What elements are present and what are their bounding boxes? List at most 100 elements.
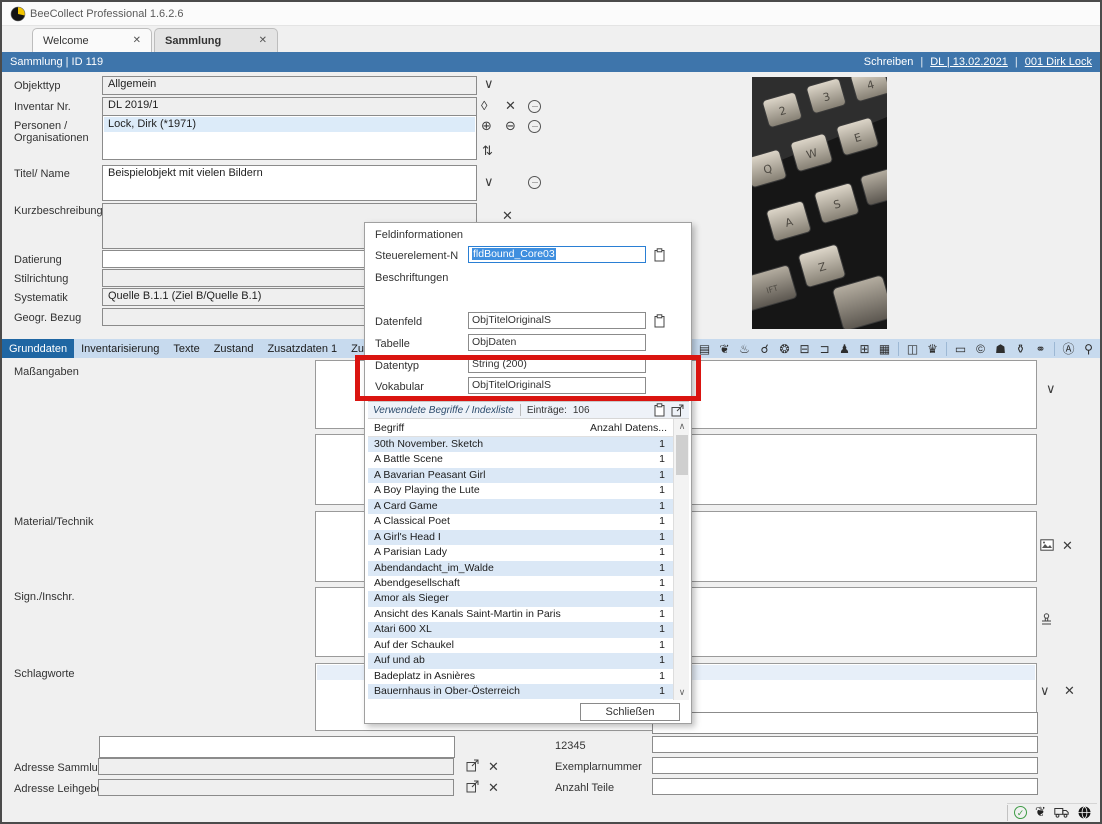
list-item[interactable]: Bauernhaus in Ober-Österreich1 <box>368 684 673 699</box>
section-tab-grunddaten[interactable]: Grunddaten <box>2 339 74 358</box>
key-icon[interactable]: ⚲ <box>1080 342 1097 356</box>
copy-clipboard-icon[interactable] <box>654 314 665 328</box>
list-item[interactable]: Auf der Schaukel1 <box>368 638 673 653</box>
clear-icon[interactable]: ✕ <box>488 760 499 773</box>
options-icon[interactable]: ··· <box>528 120 541 133</box>
close-tab-icon[interactable]: ✕ <box>133 35 141 46</box>
chevron-down-icon[interactable]: ∨ <box>1040 684 1050 697</box>
adresse-sammlung-field[interactable] <box>98 758 454 775</box>
anzahl-value: 1 <box>639 437 673 452</box>
exemplarnummer-field[interactable] <box>652 757 1038 774</box>
options-icon[interactable]: ··· <box>528 100 541 113</box>
chevron-down-icon[interactable]: ∨ <box>484 175 494 188</box>
check-circle-icon[interactable]: ✓ <box>1014 806 1027 819</box>
award-icon[interactable]: ❦ <box>716 342 733 356</box>
award-icon[interactable]: ❦ <box>1035 804 1046 820</box>
list-item[interactable]: A Girl's Head I1 <box>368 530 673 545</box>
objekttyp-field[interactable]: Allgemein <box>102 76 477 95</box>
bottom-right-field[interactable] <box>652 712 1038 734</box>
clear-icon[interactable]: ✕ <box>502 209 513 222</box>
user-link[interactable]: 001 Dirk Lock <box>1025 56 1092 68</box>
add-icon[interactable]: ⊕ <box>481 119 492 132</box>
schliessen-button[interactable]: Schließen <box>580 703 680 721</box>
personen-selected-entry[interactable]: Lock, Dirk (*1971) <box>104 117 475 132</box>
banknote-icon[interactable]: ⊞ <box>856 342 873 356</box>
person-icon[interactable]: ♟ <box>836 342 853 356</box>
remove-icon[interactable]: ⊖ <box>505 119 516 132</box>
package-icon[interactable]: ⊟ <box>796 342 813 356</box>
palette-icon[interactable]: ❂ <box>776 342 793 356</box>
truck-icon[interactable] <box>1054 806 1070 818</box>
copyright-icon[interactable]: © <box>972 342 989 356</box>
last-edit-link[interactable]: DL | 13.02.2021 <box>930 56 1008 68</box>
open-external-icon[interactable] <box>466 759 479 772</box>
scroll-down-icon[interactable]: ∨ <box>674 687 690 698</box>
column-begriff[interactable]: Begriff <box>368 422 590 434</box>
list-item[interactable]: A Boy Playing the Lute1 <box>368 483 673 498</box>
section-tab-texte[interactable]: Texte <box>166 339 206 358</box>
clear-icon[interactable]: ✕ <box>1062 539 1073 552</box>
clear-icon[interactable]: ✕ <box>1064 684 1075 697</box>
personen-field[interactable]: Lock, Dirk (*1971) <box>102 115 477 160</box>
scroll-up-icon[interactable]: ∧ <box>674 421 690 432</box>
stamp-icon[interactable] <box>1040 613 1053 626</box>
list-item[interactable]: A Battle Scene1 <box>368 452 673 467</box>
crown-icon[interactable]: ♛ <box>924 342 941 356</box>
list-item[interactable]: A Parisian Lady1 <box>368 545 673 560</box>
copy-clipboard-icon[interactable] <box>654 248 665 262</box>
clear-icon[interactable]: ✕ <box>505 99 516 112</box>
shield-icon[interactable]: ☗ <box>992 342 1009 356</box>
card-icon[interactable]: ▭ <box>952 342 969 356</box>
tab-sammlung[interactable]: Sammlung ✕ <box>154 28 278 52</box>
eraser-icon[interactable]: ◊ <box>481 99 487 112</box>
list-item[interactable]: A Classical Poet1 <box>368 514 673 529</box>
list-item[interactable]: Auf und ab1 <box>368 653 673 668</box>
clear-icon[interactable]: ✕ <box>488 781 499 794</box>
adresse-leihgeber-field[interactable] <box>98 779 454 796</box>
link-icon[interactable]: ⚭ <box>1032 342 1049 356</box>
book-icon[interactable]: ◫ <box>904 342 921 356</box>
close-tab-icon[interactable]: ✕ <box>259 35 267 46</box>
datenfeld-input[interactable]: ObjTitelOriginalS <box>468 312 646 329</box>
list-scrollbar[interactable]: ∧ ∨ <box>673 419 689 700</box>
search-document-icon[interactable]: ☌ <box>756 342 773 356</box>
clipboard-icon[interactable]: ▦ <box>876 342 893 356</box>
section-tab-zustand[interactable]: Zustand <box>207 339 261 358</box>
list-item[interactable]: Abendandacht_im_Walde1 <box>368 561 673 576</box>
inventar-field[interactable]: DL 2019/1 <box>102 97 477 116</box>
open-external-icon[interactable] <box>671 404 684 417</box>
section-tab-zusatzdaten-1[interactable]: Zusatzdaten 1 <box>260 339 344 358</box>
purse-icon[interactable]: ⚱ <box>1012 342 1029 356</box>
list-item[interactable]: Abendgesellschaft1 <box>368 576 673 591</box>
object-photo[interactable]: 2 3 4 Q W E A S Z IFT <box>752 77 887 329</box>
options-icon[interactable]: ··· <box>528 176 541 189</box>
open-external-icon[interactable] <box>466 780 479 793</box>
index-list-column-header[interactable]: Begriff Anzahl Datens... <box>368 419 673 437</box>
list-item[interactable]: A Bavarian Peasant Girl1 <box>368 468 673 483</box>
sort-icon[interactable]: ⇅ <box>482 144 493 157</box>
list-item[interactable]: Badeplatz in Asnières1 <box>368 669 673 684</box>
thermometer-icon[interactable]: ♨ <box>736 342 753 356</box>
statistics-icon[interactable]: ▤ <box>696 342 713 356</box>
chevron-down-icon[interactable]: ∨ <box>1046 382 1056 395</box>
chevron-down-icon[interactable]: ∨ <box>484 77 494 90</box>
copy-clipboard-icon[interactable] <box>654 403 665 417</box>
steuerelement-input[interactable]: fldBound_Core03 <box>468 246 646 263</box>
picture-icon[interactable] <box>1040 539 1054 551</box>
globe-icon[interactable] <box>1078 806 1091 819</box>
list-item[interactable]: 30th November. Sketch1 <box>368 437 673 452</box>
list-item[interactable]: Ansicht des Kanals Saint-Martin in Paris… <box>368 607 673 622</box>
truck-icon[interactable]: ⊐ <box>816 342 833 356</box>
tabelle-input[interactable]: ObjDaten <box>468 334 646 351</box>
column-anzahl[interactable]: Anzahl Datens... <box>590 422 673 434</box>
nummer-12345-field[interactable] <box>652 736 1038 753</box>
list-item[interactable]: A Card Game1 <box>368 499 673 514</box>
titel-field[interactable]: Beispielobjekt mit vielen Bildern <box>102 165 477 201</box>
list-item[interactable]: Atari 600 XL1 <box>368 622 673 637</box>
bottom-left-field[interactable] <box>99 736 455 758</box>
anzahl-teile-field[interactable] <box>652 778 1038 795</box>
tab-welcome[interactable]: Welcome ✕ <box>32 28 152 52</box>
text-icon[interactable]: Ⓐ <box>1060 340 1077 357</box>
section-tab-inventarisierung[interactable]: Inventarisierung <box>74 339 166 358</box>
list-item[interactable]: Amor als Sieger1 <box>368 591 673 606</box>
